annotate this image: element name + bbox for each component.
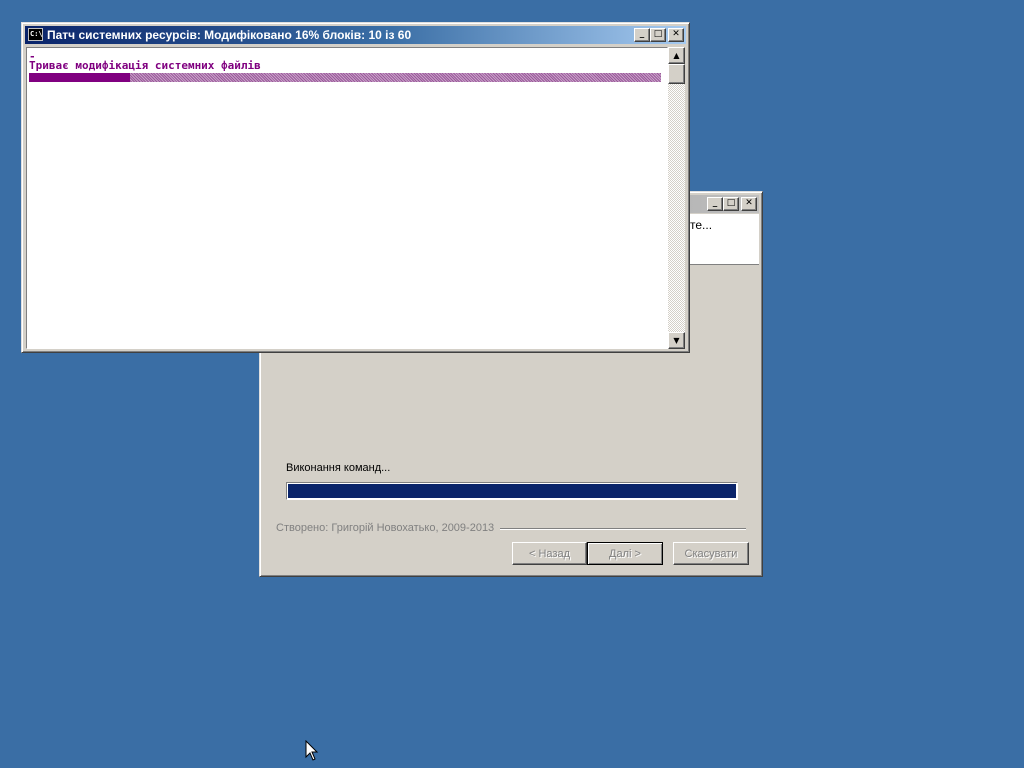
console-vertical-scrollbar[interactable]: ▲ ▼ <box>668 47 685 349</box>
console-maximize-button[interactable]: □ <box>650 28 666 42</box>
status-label: Виконання команд... <box>286 462 391 474</box>
divider <box>500 528 746 530</box>
scroll-down-arrow-icon[interactable]: ▼ <box>668 332 685 349</box>
mouse-pointer-icon <box>305 740 319 761</box>
console-title: Патч системних ресурсів: Модифіковано 16… <box>47 28 412 42</box>
console-window[interactable]: C:\ Патч системних ресурсів: Модифікован… <box>21 22 690 353</box>
console-close-button[interactable]: ✕ <box>668 28 684 42</box>
installer-progress-fill <box>288 484 736 498</box>
console-message: Триває модифікація системних файлів <box>29 59 261 72</box>
scroll-up-arrow-icon[interactable]: ▲ <box>668 47 685 64</box>
console-title-bar[interactable]: C:\ Патч системних ресурсів: Модифікован… <box>25 26 686 44</box>
cmd-icon[interactable]: C:\ <box>28 28 43 41</box>
credit-text: Створено: Григорій Новохатько, 2009-2013 <box>276 522 495 534</box>
next-button[interactable]: Далі > <box>587 542 663 565</box>
installer-progress-bar <box>286 482 738 500</box>
installer-header-text: те... <box>690 218 713 232</box>
installer-minimize-button[interactable]: _ <box>707 197 723 211</box>
console-minimize-button[interactable]: _ <box>634 28 650 42</box>
console-output[interactable]: - Триває модифікація системних файлів <box>26 47 668 349</box>
back-button[interactable]: < Назад <box>512 542 587 565</box>
cancel-button[interactable]: Скасувати <box>673 542 749 565</box>
console-progress-bar <box>29 73 661 82</box>
installer-maximize-button[interactable]: □ <box>723 197 739 211</box>
scroll-thumb[interactable] <box>668 64 685 84</box>
console-progress-fill <box>29 73 131 82</box>
installer-close-button[interactable]: ✕ <box>741 197 757 211</box>
